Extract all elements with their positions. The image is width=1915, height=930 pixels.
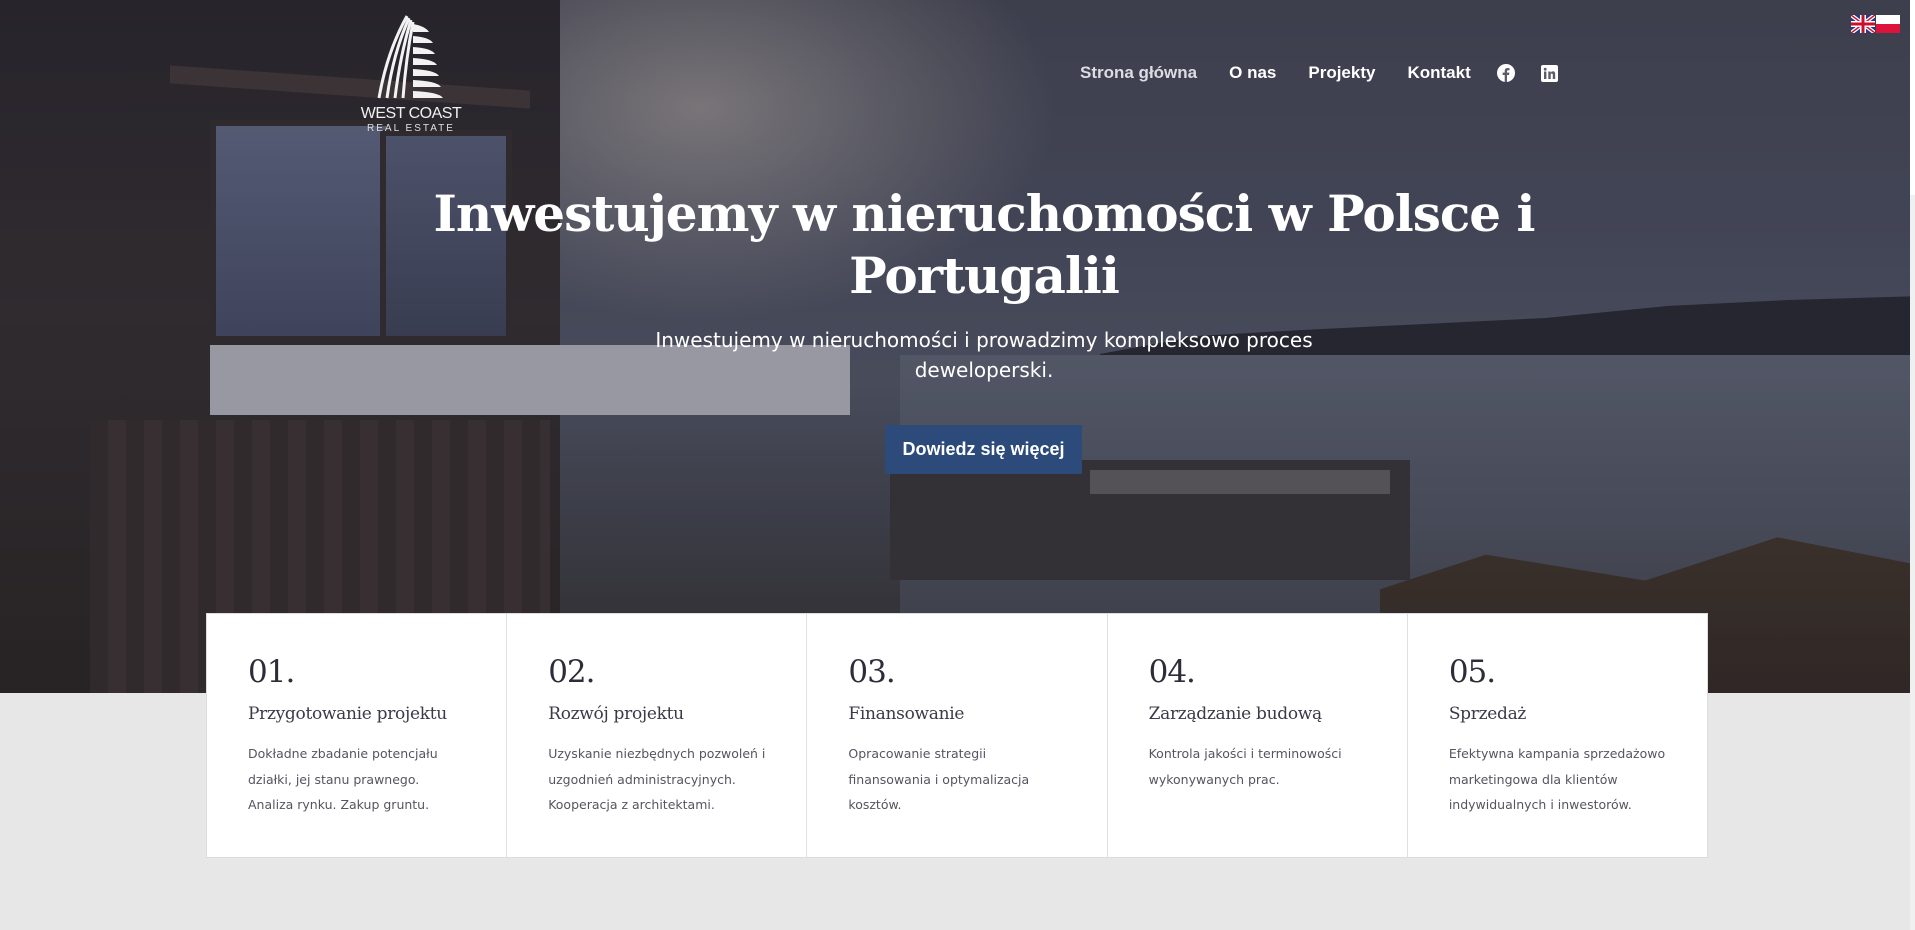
nav-item-about[interactable]: O nas	[1229, 63, 1276, 83]
linkedin-icon	[1540, 64, 1558, 82]
main-navigation: Strona główna O nas Projekty Kontakt	[1080, 62, 1503, 84]
building-logo-icon	[377, 15, 443, 99]
step-card: 02. Rozwój projektu Uzyskanie niezbędnyc…	[507, 614, 808, 857]
step-card: 03. Finansowanie Opracowanie strategii f…	[807, 614, 1108, 857]
logo-name: WEST COAST	[360, 105, 462, 122]
learn-more-button[interactable]: Dowiedz się więcej	[885, 425, 1082, 474]
step-card: 04. Zarządzanie budową Kontrola jakości …	[1108, 614, 1408, 857]
step-description: Kontrola jakości i terminowości wykonywa…	[1148, 746, 1342, 787]
hero-subtitle: Inwestujemy w nieruchomości i prowadzimy…	[655, 328, 1313, 382]
process-steps: 01. Przygotowanie projektu Dokładne zbad…	[206, 613, 1708, 858]
step-card: 01. Przygotowanie projektu Dokładne zbad…	[207, 614, 508, 857]
step-number: 02.	[548, 654, 595, 690]
step-description: Uzyskanie niezbędnych pozwoleń i uzgodni…	[548, 746, 766, 812]
facebook-icon	[1497, 64, 1515, 82]
step-number: 04.	[1148, 654, 1196, 690]
nav-item-projects[interactable]: Projekty	[1308, 63, 1375, 83]
logo-tagline: REAL ESTATE	[367, 123, 455, 134]
site-logo[interactable]: WEST COAST REAL ESTATE	[355, 10, 467, 135]
nav-item-home[interactable]: Strona główna	[1080, 63, 1197, 83]
step-description: Dokładne zbadanie potencjału działki, je…	[248, 746, 438, 812]
step-description: Efektywna kampania sprzedażowo marketing…	[1448, 746, 1666, 812]
step-number: 03.	[848, 654, 895, 690]
facebook-link[interactable]	[1495, 62, 1517, 84]
uk-flag-icon	[1849, 13, 1877, 35]
language-en-button[interactable]	[1849, 13, 1877, 35]
step-title: Sprzedaż	[1448, 704, 1527, 724]
linkedin-link[interactable]	[1538, 62, 1560, 84]
language-pl-button[interactable]	[1876, 15, 1900, 33]
hero-title: Inwestujemy w nieruchomości w Polsce i P…	[433, 184, 1535, 305]
step-card: 05. Sprzedaż Efektywna kampania sprzedaż…	[1408, 614, 1707, 857]
step-title: Finansowanie	[848, 704, 965, 724]
step-number: 05.	[1448, 654, 1496, 690]
step-title: Rozwój projektu	[548, 704, 684, 724]
step-title: Przygotowanie projektu	[248, 704, 447, 724]
step-title: Zarządzanie budową	[1148, 704, 1323, 724]
step-description: Opracowanie strategii finansowania i opt…	[848, 746, 1030, 812]
poland-flag-icon	[1876, 15, 1900, 33]
page-scrollbar-thumb[interactable]	[1910, 0, 1915, 195]
step-number: 01.	[248, 654, 295, 690]
nav-item-contact[interactable]: Kontakt	[1407, 63, 1470, 83]
